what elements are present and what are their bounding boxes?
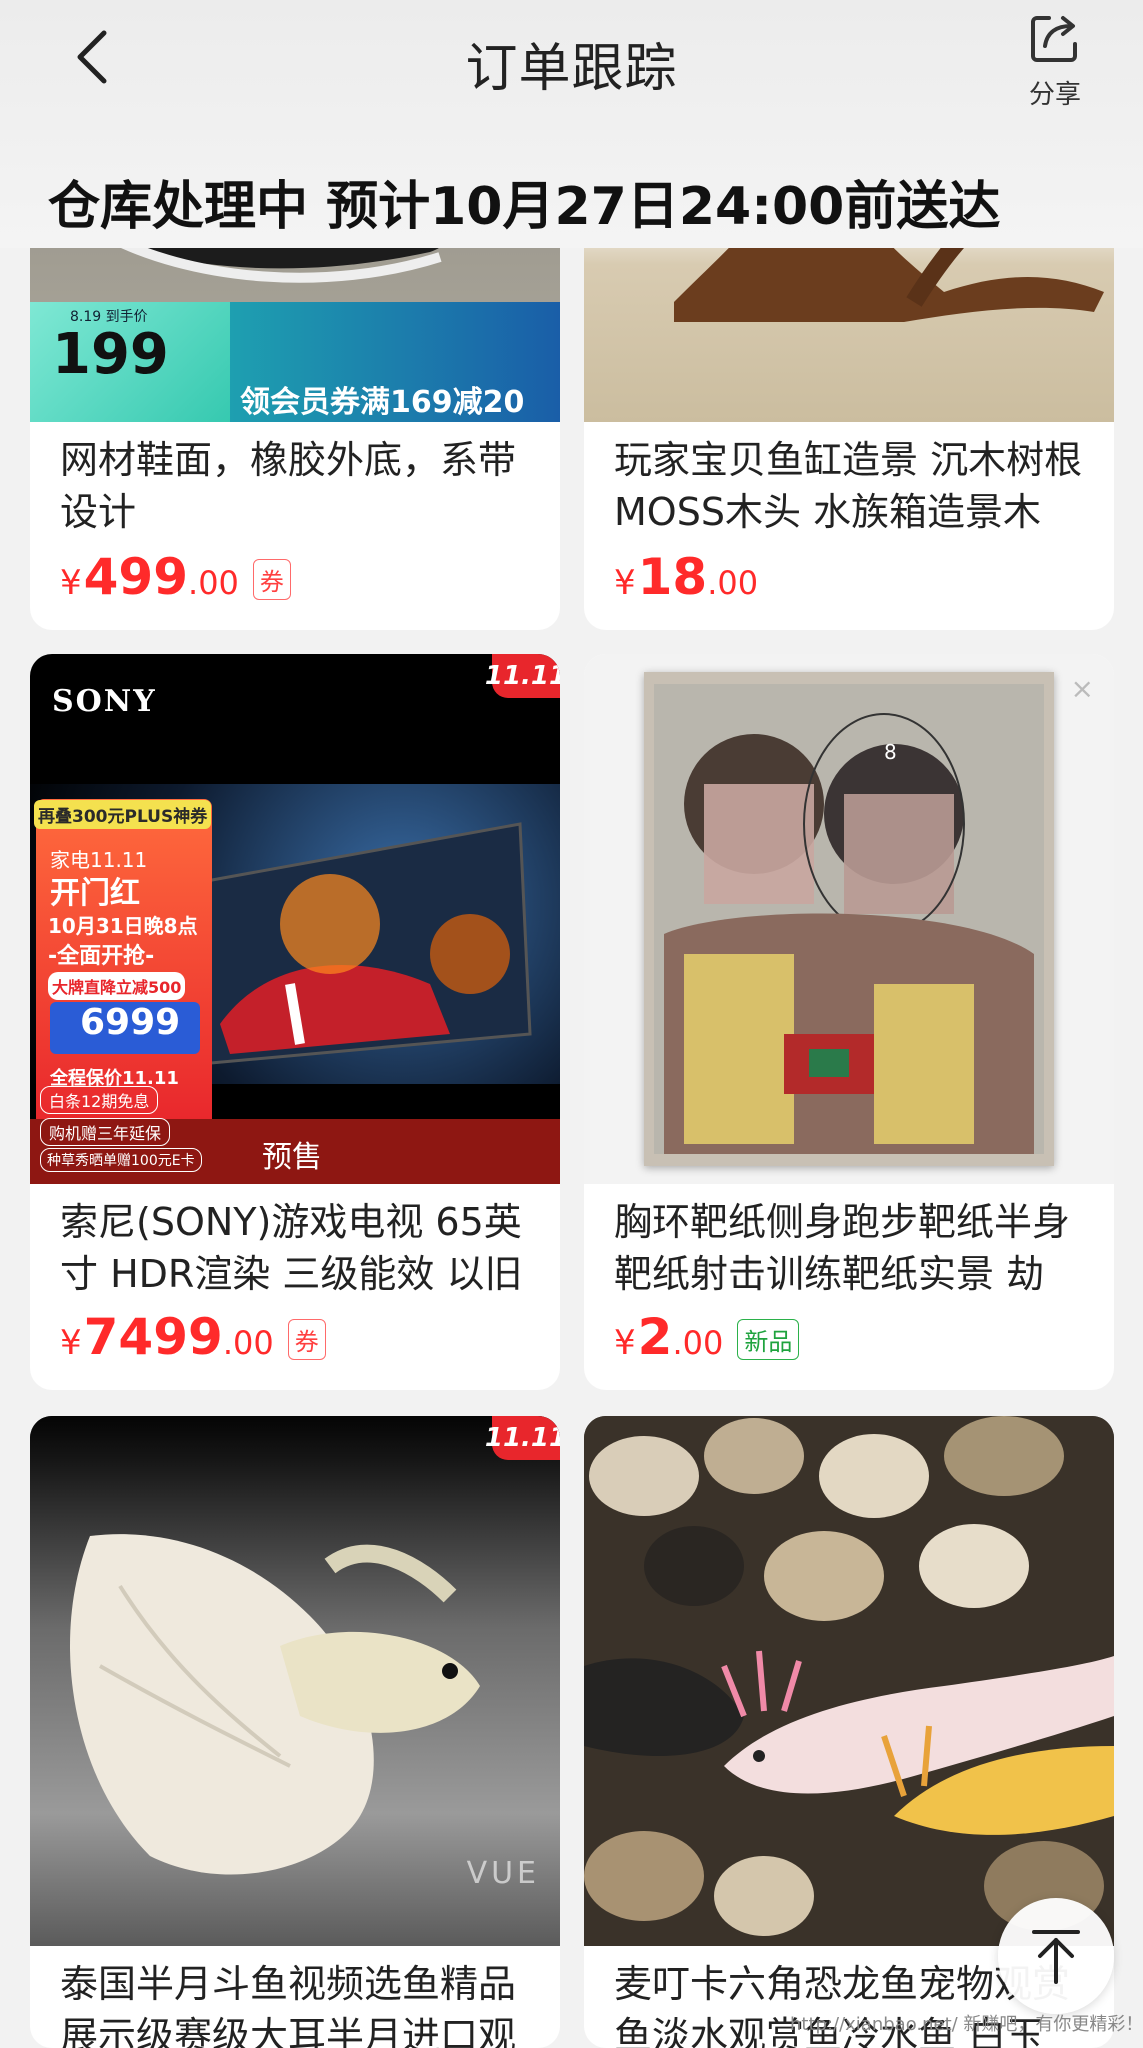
presale-label: 预售 [262, 1140, 322, 1175]
promo-price: 6999 [80, 1002, 181, 1043]
close-icon[interactable]: × [1071, 672, 1094, 705]
arrow-up-icon [1032, 1930, 1080, 1984]
new-tag: 新品 [737, 1319, 800, 1360]
coupon-tag: 券 [287, 1319, 326, 1360]
product-price: ¥ 499 .00 券 [60, 548, 291, 606]
product-name: 泰国半月斗鱼视频选鱼精品展示级赛级大耳半月进口观 [60, 1962, 517, 2048]
coupon-tag: 券 [252, 559, 291, 600]
promo-price: 199 [52, 322, 169, 387]
double-eleven-badge: 11.11 [485, 654, 560, 698]
header-bar: 订单跟踪 分享 仓库处理中 预计10月27日24:00前送达 [0, 0, 1143, 248]
product-card[interactable]: VUE 11.11 泰国半月斗鱼视频选鱼精品展示级赛级大耳半月进口观 [30, 1416, 560, 2048]
product-price: ¥ 2 .00 新品 [614, 1308, 800, 1366]
site-watermark: http://xianbao.net/ 新赚吧，有你更精彩！ [790, 2014, 1143, 2035]
product-image: 8 × [584, 654, 1114, 1184]
page-title: 订单跟踪 [465, 39, 678, 99]
image-watermark: VUE [466, 1856, 540, 1891]
product-price: ¥ 7499 .00 券 [60, 1308, 326, 1366]
product-price: ¥ 18 .00 [614, 548, 759, 606]
share-icon [1031, 16, 1077, 62]
target-illustration [654, 684, 1044, 1154]
product-card[interactable]: 8 × 胸环靶纸侧身跑步靶纸半身靶纸射击训练靶纸实景 劫 ¥ 2 .00 新品 [584, 654, 1114, 1390]
axolotl-illustration [584, 1416, 1114, 1946]
product-image: SONY 再叠300元PLUS神券 家电11.11 开门红 10月31日晚8点 … [30, 654, 560, 1184]
product-name: 网材鞋面，橡胶外底，系带设计 [60, 438, 517, 534]
share-button[interactable]: 分享 [1010, 10, 1100, 110]
delivery-status: 仓库处理中 预计10月27日24:00前送达 [48, 177, 1001, 237]
back-to-top-button[interactable] [998, 1898, 1114, 2014]
product-name: 胸环靶纸侧身跑步靶纸半身靶纸射击训练靶纸实景 劫 [614, 1200, 1071, 1296]
product-card[interactable]: SONY 再叠300元PLUS神券 家电11.11 开门红 10月31日晚8点 … [30, 654, 560, 1390]
promo-banner-text: 领会员券满169减20 [240, 385, 525, 420]
product-image [584, 1416, 1114, 1946]
product-name: 索尼(SONY)游戏电视 65英寸 HDR渲染 三级能效 以旧 [60, 1200, 523, 1296]
product-image: VUE 11.11 [30, 1416, 560, 1946]
double-eleven-badge: 11.11 [485, 1416, 560, 1460]
product-name: 玩家宝贝鱼缸造景 沉木树根 MOSS木头 水族箱造景木 [614, 438, 1083, 534]
share-label: 分享 [1028, 80, 1081, 110]
